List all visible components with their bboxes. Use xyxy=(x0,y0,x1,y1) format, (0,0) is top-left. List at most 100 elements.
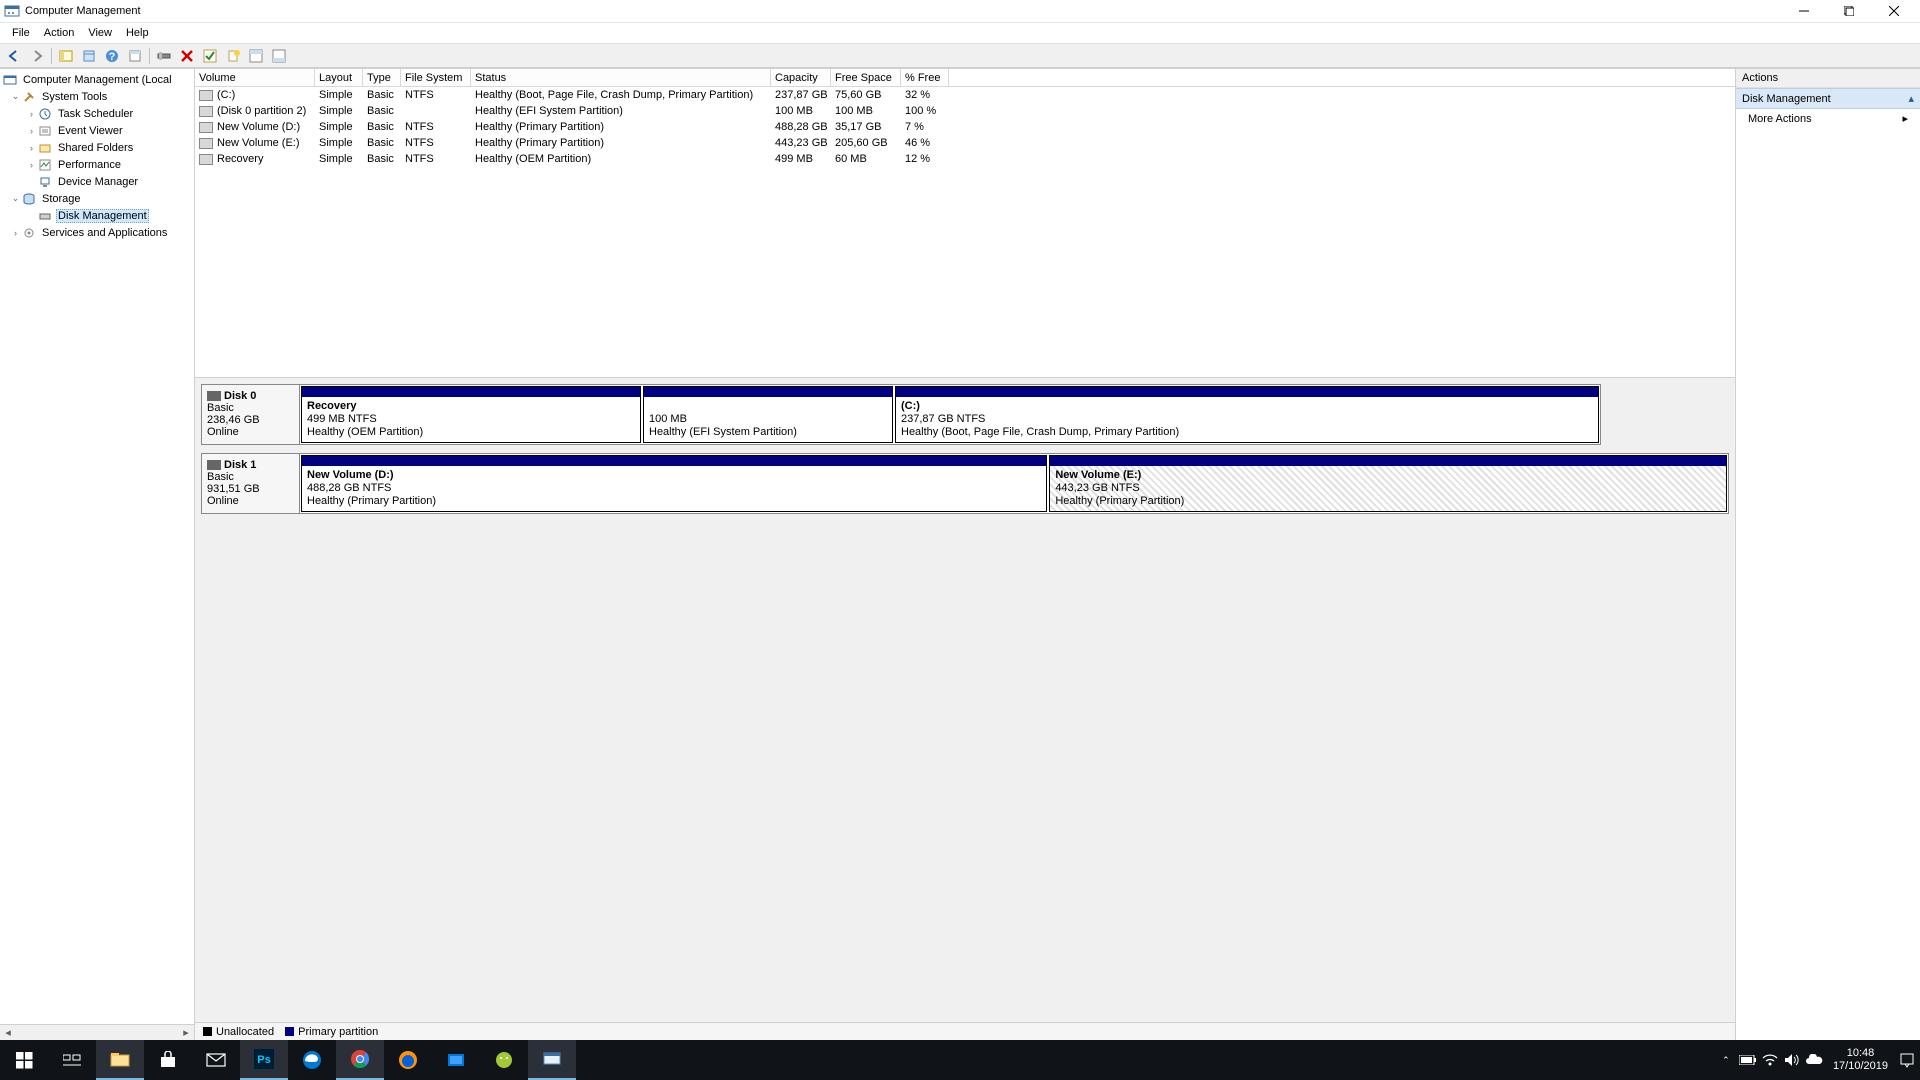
menu-view[interactable]: View xyxy=(81,25,119,41)
tree-panel[interactable]: Computer Management (Local ⌄ System Tool… xyxy=(0,69,195,1040)
refresh-button[interactable] xyxy=(124,46,146,66)
volume-cell: 32 % xyxy=(901,89,949,101)
volume-row[interactable]: RecoverySimpleBasicNTFSHealthy (OEM Part… xyxy=(195,151,1735,167)
volume-row[interactable]: New Volume (E:)SimpleBasicNTFSHealthy (P… xyxy=(195,135,1735,151)
help-button[interactable]: ? xyxy=(101,46,123,66)
forward-button[interactable] xyxy=(26,46,48,66)
col-status[interactable]: Status xyxy=(471,69,771,86)
check-button[interactable] xyxy=(199,46,221,66)
properties-button[interactable] xyxy=(78,46,100,66)
partition-recovery[interactable]: Recovery 499 MB NTFS Healthy (OEM Partit… xyxy=(301,386,641,443)
partition-e[interactable]: New Volume (E:) 443,23 GB NTFS Healthy (… xyxy=(1049,455,1727,512)
partition-d[interactable]: New Volume (D:) 488,28 GB NTFS Healthy (… xyxy=(301,455,1047,512)
disk-1-row[interactable]: Disk 1 Basic 931,51 GB Online New Volume… xyxy=(201,453,1729,514)
collapse-icon[interactable]: ⌄ xyxy=(10,91,21,102)
volume-row[interactable]: (C:)SimpleBasicNTFSHealthy (Boot, Page F… xyxy=(195,87,1735,103)
volume-cell: 100 % xyxy=(901,105,949,117)
partition-c[interactable]: (C:) 237,87 GB NTFS Healthy (Boot, Page … xyxy=(895,386,1599,443)
volumes-table: Volume Layout Type File System Status Ca… xyxy=(195,69,1735,378)
taskbar-clock[interactable]: 10:48 17/10/2019 xyxy=(1825,1047,1896,1073)
col-fs[interactable]: File System xyxy=(401,69,471,86)
close-button[interactable] xyxy=(1871,0,1916,22)
photoshop-button[interactable]: Ps xyxy=(240,1040,288,1080)
actions-disk-management[interactable]: Disk Management ▴ xyxy=(1736,88,1920,109)
wifi-icon[interactable] xyxy=(1759,1040,1781,1080)
battery-icon[interactable] xyxy=(1737,1040,1759,1080)
disk-icon xyxy=(37,208,53,224)
disk-0-row[interactable]: Disk 0 Basic 238,46 GB Online Recovery 4… xyxy=(201,384,1601,445)
col-free[interactable]: Free Space xyxy=(831,69,901,86)
list-bottom-button[interactable] xyxy=(268,46,290,66)
back-button[interactable] xyxy=(3,46,25,66)
volume-row[interactable]: (Disk 0 partition 2)SimpleBasicHealthy (… xyxy=(195,103,1735,119)
menu-help[interactable]: Help xyxy=(119,25,156,41)
partition-efi[interactable]: 100 MB Healthy (EFI System Partition) xyxy=(643,386,893,443)
expand-icon[interactable]: › xyxy=(26,109,37,119)
disk-status: Online xyxy=(207,426,294,438)
expand-icon[interactable]: › xyxy=(26,160,37,170)
col-layout[interactable]: Layout xyxy=(315,69,363,86)
expand-icon[interactable]: › xyxy=(26,126,37,136)
android-button[interactable] xyxy=(480,1040,528,1080)
col-capacity[interactable]: Capacity xyxy=(771,69,831,86)
mail-button[interactable] xyxy=(192,1040,240,1080)
settings-app-button[interactable] xyxy=(432,1040,480,1080)
firefox-button[interactable] xyxy=(384,1040,432,1080)
expand-icon[interactable]: › xyxy=(26,143,37,153)
computer-management-button[interactable] xyxy=(528,1040,576,1080)
tree-root[interactable]: Computer Management (Local xyxy=(0,71,194,88)
disk-name: Disk 1 xyxy=(224,459,256,471)
volume-cell: 443,23 GB xyxy=(771,137,831,149)
chrome-button[interactable] xyxy=(336,1040,384,1080)
settings-button[interactable] xyxy=(153,46,175,66)
tree-task-scheduler[interactable]: › Task Scheduler xyxy=(0,105,194,122)
scroll-right-icon[interactable]: ▸ xyxy=(178,1026,194,1039)
partition-size: 499 MB NTFS xyxy=(307,413,377,425)
new-button[interactable] xyxy=(222,46,244,66)
collapse-icon[interactable]: ⌄ xyxy=(10,193,21,204)
menu-action[interactable]: Action xyxy=(37,25,82,41)
collapse-up-icon: ▴ xyxy=(1908,92,1914,105)
delete-button[interactable] xyxy=(176,46,198,66)
expand-icon[interactable]: › xyxy=(10,228,21,238)
onedrive-icon[interactable] xyxy=(1803,1040,1825,1080)
tree-performance[interactable]: › Performance xyxy=(0,156,194,173)
tree-disk-management[interactable]: Disk Management xyxy=(0,207,194,224)
tree-storage[interactable]: ⌄ Storage xyxy=(0,190,194,207)
file-explorer-button[interactable] xyxy=(96,1040,144,1080)
minimize-button[interactable] xyxy=(1781,0,1826,22)
menu-file[interactable]: File xyxy=(5,25,37,41)
volume-icon xyxy=(199,122,213,133)
tree-services[interactable]: › Services and Applications xyxy=(0,224,194,241)
volume-row[interactable]: New Volume (D:)SimpleBasicNTFSHealthy (P… xyxy=(195,119,1735,135)
start-button[interactable] xyxy=(0,1040,48,1080)
task-view-button[interactable] xyxy=(48,1040,96,1080)
disk-type: Basic xyxy=(207,471,294,483)
volume-cell: Healthy (Primary Partition) xyxy=(471,121,771,133)
store-button[interactable] xyxy=(144,1040,192,1080)
col-pct[interactable]: % Free xyxy=(901,69,949,86)
edge-button[interactable] xyxy=(288,1040,336,1080)
col-volume[interactable]: Volume xyxy=(195,69,315,86)
volume-cell: 205,60 GB xyxy=(831,137,901,149)
tree-system-tools[interactable]: ⌄ System Tools xyxy=(0,88,194,105)
separator xyxy=(51,48,52,64)
tree-shared-folders[interactable]: › Shared Folders xyxy=(0,139,194,156)
legend-swatch-primary xyxy=(285,1027,294,1036)
maximize-button[interactable] xyxy=(1826,0,1871,22)
tree-device-manager[interactable]: Device Manager xyxy=(0,173,194,190)
list-top-button[interactable] xyxy=(245,46,267,66)
show-hide-tree-button[interactable] xyxy=(55,46,77,66)
actions-panel: Actions Disk Management ▴ More Actions ▸ xyxy=(1735,69,1920,1040)
tree-scrollbar[interactable]: ◂ ▸ xyxy=(0,1024,194,1040)
tray-expand-icon[interactable]: ⌃ xyxy=(1715,1040,1737,1080)
col-type[interactable]: Type xyxy=(363,69,401,86)
actions-more[interactable]: More Actions ▸ xyxy=(1736,109,1920,128)
disk-size: 238,46 GB xyxy=(207,414,294,426)
notifications-icon[interactable] xyxy=(1896,1040,1918,1080)
scroll-left-icon[interactable]: ◂ xyxy=(0,1026,16,1039)
tree-event-viewer[interactable]: › Event Viewer xyxy=(0,122,194,139)
volume-icon[interactable] xyxy=(1781,1040,1803,1080)
volume-cell: Basic xyxy=(363,89,401,101)
disk-name: Disk 0 xyxy=(224,390,256,402)
